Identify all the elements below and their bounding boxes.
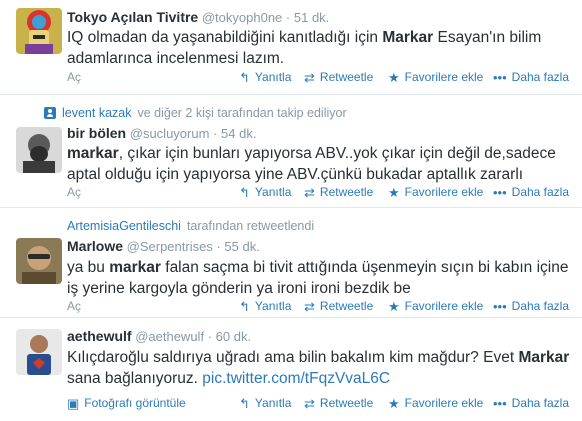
more-button[interactable]: ••• Daha fazla (493, 299, 569, 313)
user-icon (44, 107, 56, 119)
reply-button[interactable]: ↰ Yanıtla (239, 185, 291, 199)
timestamp[interactable]: 54 dk. (221, 126, 256, 141)
tweet[interactable]: Tokyo Açılan Tivitre @tokyoph0ne · 51 dk… (0, 0, 582, 95)
more-dots-icon: ••• (493, 395, 507, 411)
avatar-image (16, 329, 62, 375)
open-button[interactable]: Aç (67, 70, 81, 84)
open-button[interactable]: Aç (67, 299, 81, 313)
favorite-button[interactable]: ★ Favorilere ekle (388, 70, 483, 84)
tweet-text: ya bu markar falan saçma bi tivit attığı… (67, 259, 569, 297)
retweet-icon: ⇄ (304, 298, 315, 314)
avatar[interactable] (16, 329, 62, 375)
avatar-image (16, 238, 62, 284)
photo-icon: ▣ (67, 395, 80, 411)
tweet-header: bir bölen @sucluyorum · 54 dk. (67, 125, 257, 141)
context-user-link[interactable]: ArtemisiaGentileschi (67, 219, 181, 233)
reply-icon: ↰ (239, 298, 250, 314)
tweet-header: Tokyo Açılan Tivitre @tokyoph0ne · 51 dk… (67, 9, 330, 25)
tweet[interactable]: aethewulf @aethewulf · 60 dk. Kılıçdaroğ… (0, 318, 582, 421)
avatar[interactable] (16, 8, 62, 54)
keyword-highlight: Markar (518, 349, 570, 366)
avatar[interactable] (16, 127, 62, 173)
more-button[interactable]: ••• Daha fazla (493, 185, 569, 199)
timestamp[interactable]: 60 dk. (216, 329, 251, 344)
more-dots-icon: ••• (493, 184, 507, 200)
star-icon: ★ (388, 395, 400, 411)
user-name[interactable]: bir bölen (67, 125, 126, 141)
retweet-button[interactable]: ⇄ Retweetle (304, 185, 373, 199)
avatar[interactable] (16, 238, 62, 284)
retweet-button[interactable]: ⇄ Retweetle (304, 70, 373, 84)
reply-button[interactable]: ↰ Yanıtla (239, 70, 291, 84)
tweet-context: levent kazak ve diğer 2 kişi tarafından … (44, 106, 347, 120)
user-handle[interactable]: @Serpentrises (127, 239, 213, 254)
tweet-header: Marlowe @Serpentrises · 55 dk. (67, 238, 260, 254)
more-dots-icon: ••• (493, 69, 507, 85)
star-icon: ★ (388, 184, 400, 200)
more-dots-icon: ••• (493, 298, 507, 314)
avatar-image (16, 127, 62, 173)
open-button[interactable]: Aç (67, 185, 81, 199)
keyword-highlight: markar (67, 145, 119, 162)
context-user-link[interactable]: levent kazak (62, 106, 131, 120)
view-photo-button[interactable]: ▣ Fotoğrafı görüntüle (67, 396, 186, 410)
tweet-actions: Aç ↰ Yanıtla ⇄ Retweetle ★ Favorilere ekle … (67, 185, 582, 203)
tweet-text: markar, çıkar için bunları yapıyorsa ABV… (67, 145, 556, 183)
tweet[interactable]: ArtemisiaGentileschi tarafından retweetl… (0, 208, 582, 318)
context-text: tarafından retweetlendi (186, 219, 315, 233)
favorite-button[interactable]: ★ Favorilere ekle (388, 185, 483, 199)
avatar-image (16, 8, 62, 54)
retweet-icon: ⇄ (304, 69, 315, 85)
star-icon: ★ (388, 69, 400, 85)
tweet[interactable]: levent kazak ve diğer 2 kişi tarafından … (0, 95, 582, 208)
timestamp[interactable]: 51 dk. (294, 10, 329, 25)
tweet-actions: Aç ↰ Yanıtla ⇄ Retweetle ★ Favorilere ekle … (67, 299, 582, 317)
user-name[interactable]: aethewulf (67, 328, 132, 344)
favorite-button[interactable]: ★ Favorilere ekle (388, 299, 483, 313)
retweet-button[interactable]: ⇄ Retweetle (304, 396, 373, 410)
tweet-actions: Aç ↰ Yanıtla ⇄ Retweetle ★ Favorilere ekle … (67, 70, 582, 88)
tweet-text: IQ olmadan da yaşanabildiğini kanıtladığ… (67, 29, 542, 67)
tweet-context: ArtemisiaGentileschi tarafından retweetl… (67, 219, 314, 233)
tweet-text: Kılıçdaroğlu saldırıya uğradı ama bilin … (67, 349, 570, 387)
timestamp[interactable]: 55 dk. (224, 239, 259, 254)
more-button[interactable]: ••• Daha fazla (493, 396, 569, 410)
reply-icon: ↰ (239, 184, 250, 200)
user-name[interactable]: Marlowe (67, 238, 123, 254)
tweet-header: aethewulf @aethewulf · 60 dk. (67, 328, 252, 344)
more-button[interactable]: ••• Daha fazla (493, 70, 569, 84)
tweet-actions: ▣ Fotoğrafı görüntüle ↰ Yanıtla ⇄ Retweetle… (67, 396, 582, 414)
reply-icon: ↰ (239, 69, 250, 85)
user-handle[interactable]: @sucluyorum (130, 126, 210, 141)
photo-link[interactable]: pic.twitter.com/tFqzVvaL6C (202, 370, 390, 387)
star-icon: ★ (388, 298, 400, 314)
keyword-highlight: markar (109, 259, 161, 276)
reply-button[interactable]: ↰ Yanıtla (239, 396, 291, 410)
user-handle[interactable]: @aethewulf (135, 329, 204, 344)
favorite-button[interactable]: ★ Favorilere ekle (388, 396, 483, 410)
retweet-icon: ⇄ (304, 395, 315, 411)
user-handle[interactable]: @tokyoph0ne (202, 10, 282, 25)
reply-button[interactable]: ↰ Yanıtla (239, 299, 291, 313)
keyword-highlight: Markar (382, 29, 434, 46)
retweet-button[interactable]: ⇄ Retweetle (304, 299, 373, 313)
context-text: ve diğer 2 kişi tarafından takip ediliyo… (137, 106, 347, 120)
retweet-icon: ⇄ (304, 184, 315, 200)
reply-icon: ↰ (239, 395, 250, 411)
user-name[interactable]: Tokyo Açılan Tivitre (67, 9, 198, 25)
